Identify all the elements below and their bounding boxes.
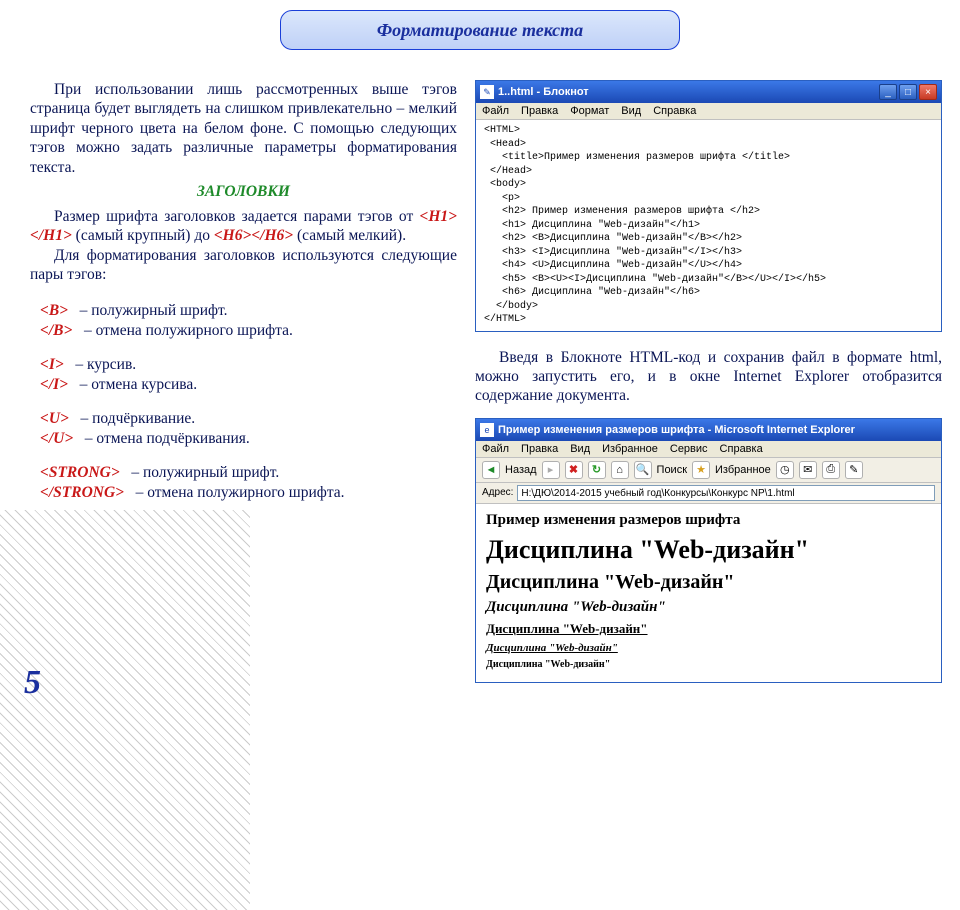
tag-strong-close: </STRONG>	[40, 484, 124, 501]
close-button[interactable]: ×	[919, 84, 937, 100]
tag-u-open: <U>	[40, 410, 69, 427]
tag-h1-close: </H1>	[30, 227, 72, 244]
tag-b-close: </B>	[40, 322, 72, 339]
ie-menu-file[interactable]: Файл	[482, 443, 509, 455]
ie-titlebar: e Пример изменения размеров шрифта - Mic…	[476, 419, 941, 441]
rendered-h4: Дисциплина "Web-дизайн"	[486, 621, 931, 637]
explanation-paragraph: Введя в Блокноте HTML-код и сохранив фай…	[475, 348, 942, 406]
tag-h6-open: <H6>	[214, 227, 251, 244]
headings-paragraph: Размер шрифта заголовков задается парами…	[30, 207, 457, 246]
back-label: Назад	[505, 464, 537, 476]
right-column: ✎ 1..html - Блокнот _ □ × Файл Правка Фо…	[475, 80, 942, 683]
tag-definitions: <B> – полужирный шрифт. </B> – отмена по…	[40, 302, 457, 502]
ie-title-text: Пример изменения размеров шрифта - Micro…	[498, 424, 937, 436]
rendered-h3: Дисциплина "Web-дизайн"	[486, 599, 931, 616]
notepad-title-text: 1..html - Блокнот	[498, 86, 879, 98]
tag-i-open: <I>	[40, 356, 64, 373]
intro-paragraph: При использовании лишь рассмотренных выш…	[30, 80, 457, 177]
tag-u-close: </U>	[40, 430, 73, 447]
subheader-headings: ЗАГОЛОВКИ	[30, 183, 457, 201]
left-column: При использовании лишь рассмотренных выш…	[30, 80, 457, 504]
forward-button[interactable]: ▸	[542, 461, 560, 479]
notepad-titlebar: ✎ 1..html - Блокнот _ □ ×	[476, 81, 941, 103]
rendered-h2: Дисциплина "Web-дизайн"	[486, 571, 931, 594]
ie-window: e Пример изменения размеров шрифта - Mic…	[475, 418, 942, 683]
ie-addressbar: Адрес: H:\ДЮ\2014-2015 учебный год\Конку…	[476, 483, 941, 504]
maximize-button[interactable]: □	[899, 84, 917, 100]
search-label: Поиск	[657, 464, 687, 476]
tag-h1-open: <H1>	[420, 208, 457, 225]
ie-menu-help[interactable]: Справка	[720, 443, 763, 455]
rendered-h2-title: Пример изменения размеров шрифта	[486, 512, 931, 529]
minimize-button[interactable]: _	[879, 84, 897, 100]
search-icon[interactable]: 🔍	[634, 461, 652, 479]
notepad-menubar: Файл Правка Формат Вид Справка	[476, 103, 941, 120]
rendered-h1: Дисциплина "Web-дизайн"	[486, 535, 931, 565]
history-button[interactable]: ◷	[776, 461, 794, 479]
page-title: Форматирование текста	[377, 20, 583, 41]
rendered-h6: Дисциплина "Web-дизайн"	[486, 659, 931, 670]
ie-menu-tools[interactable]: Сервис	[670, 443, 708, 455]
favorites-label: Избранное	[715, 464, 771, 476]
back-button[interactable]: ◄	[482, 461, 500, 479]
page-title-banner: Форматирование текста	[280, 10, 680, 50]
mail-button[interactable]: ✉	[799, 461, 817, 479]
notepad-app-icon: ✎	[480, 85, 494, 99]
home-button[interactable]: ⌂	[611, 461, 629, 479]
menu-format[interactable]: Формат	[570, 105, 609, 117]
ie-app-icon: e	[480, 423, 494, 437]
stop-button[interactable]: ✖	[565, 461, 583, 479]
tag-h6-close: </H6>	[251, 227, 293, 244]
favorites-icon[interactable]: ★	[692, 461, 710, 479]
tag-b-open: <B>	[40, 302, 68, 319]
ie-toolbar: ◄ Назад ▸ ✖ ↻ ⌂ 🔍 Поиск ★ Избранное ◷ ✉ …	[476, 458, 941, 483]
page-number: 5	[24, 664, 41, 702]
menu-edit[interactable]: Правка	[521, 105, 558, 117]
formatting-paragraph: Для форматирования заголовков используют…	[30, 246, 457, 285]
ie-menu-favorites[interactable]: Избранное	[602, 443, 658, 455]
ie-menu-view[interactable]: Вид	[570, 443, 590, 455]
tag-i-close: </I>	[40, 376, 68, 393]
tag-strong-open: <STRONG>	[40, 464, 120, 481]
ie-rendered-page: Пример изменения размеров шрифта Дисципл…	[476, 504, 941, 682]
address-input[interactable]: H:\ДЮ\2014-2015 учебный год\Конкурсы\Кон…	[517, 485, 935, 501]
ie-menu-edit[interactable]: Правка	[521, 443, 558, 455]
notepad-content[interactable]: <HTML> <Head> <title>Пример изменения ра…	[476, 120, 941, 331]
address-label: Адрес:	[482, 487, 513, 498]
print-button[interactable]: ⎙	[822, 461, 840, 479]
menu-file[interactable]: Файл	[482, 105, 509, 117]
decorative-hatch	[0, 510, 250, 910]
ie-menubar: Файл Правка Вид Избранное Сервис Справка	[476, 441, 941, 458]
menu-view[interactable]: Вид	[621, 105, 641, 117]
edit-button[interactable]: ✎	[845, 461, 863, 479]
rendered-h5: Дисциплина "Web-дизайн"	[486, 642, 931, 654]
notepad-window: ✎ 1..html - Блокнот _ □ × Файл Правка Фо…	[475, 80, 942, 332]
menu-help[interactable]: Справка	[653, 105, 696, 117]
refresh-button[interactable]: ↻	[588, 461, 606, 479]
